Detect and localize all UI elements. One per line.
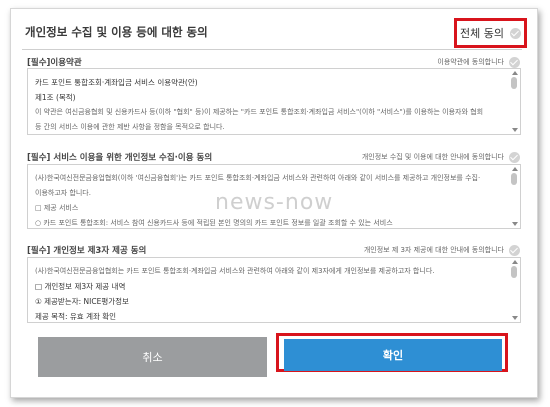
terms-line: 제1조 (목적): [35, 93, 76, 102]
terms-line: 이 약관은 여신금융협회 및 신용카드사 등(이하 "협회" 등)이 제공하는 …: [35, 108, 484, 116]
check-circle-icon[interactable]: [509, 56, 520, 68]
section-title: [필수]이용약관: [27, 58, 82, 68]
thirdparty-line: 제공 목적: 유효 계좌 확인: [35, 312, 117, 321]
scroll-down-icon[interactable]: [512, 316, 518, 320]
section-thirdparty-header: [필수] 개인정보 제3자 제공 동의 개인정보 제 3자 제공에 대한 안내에…: [27, 244, 520, 256]
scrollbar[interactable]: [511, 260, 519, 320]
scroll-thumb[interactable]: [511, 266, 517, 278]
collection-line: (사)한국여신전문금융업협회(이하 '여신금융협회')는 카드 포인트 통합조회…: [35, 174, 481, 182]
terms-line: 카드 포인트 통합조회·계좌입금 서비스 이용약관(안): [35, 78, 198, 87]
section-terms-header: [필수]이용약관 이용약관에 동의합니다: [27, 56, 520, 68]
agree-thirdparty-label: 개인정보 제 3자 제공에 대한 안내에 동의합니다: [363, 246, 504, 254]
scroll-up-icon[interactable]: [512, 71, 518, 75]
cancel-button[interactable]: 취소: [38, 337, 267, 377]
scroll-up-icon[interactable]: [512, 167, 518, 171]
scroll-up-icon[interactable]: [512, 260, 518, 264]
section-title: [필수] 서비스 이용을 위한 개인정보 수집·이용 동의: [27, 153, 213, 163]
scroll-thumb[interactable]: [511, 173, 517, 185]
agree-thirdparty-toggle[interactable]: 개인정보 제 3자 제공에 대한 안내에 동의합니다: [363, 244, 520, 256]
agree-collection-toggle[interactable]: 개인정보 수집 및 이용에 대한 안내에 동의합니다: [361, 151, 520, 163]
terms-line: 등 간의 서비스 이용에 관한 제반 사항을 정함을 목적으로 합니다.: [35, 123, 225, 131]
header-divider: [22, 49, 522, 50]
confirm-button[interactable]: 확인: [284, 339, 502, 371]
page-title: 개인정보 수집 및 이용 등에 대한 동의: [25, 25, 208, 39]
agree-collection-label: 개인정보 수집 및 이용에 대한 안내에 동의합니다: [361, 153, 504, 161]
check-circle-icon[interactable]: [509, 27, 521, 39]
scrollbar[interactable]: [511, 71, 519, 132]
thirdparty-line: □ 개인정보 제3자 제공 내역: [35, 282, 126, 291]
section-title: [필수] 개인정보 제3자 제공 동의: [27, 246, 147, 256]
check-circle-icon[interactable]: [509, 151, 520, 163]
agree-terms-toggle[interactable]: 이용약관에 동의합니다: [437, 56, 520, 68]
watermark: news-now: [215, 190, 334, 215]
section-collection-header: [필수] 서비스 이용을 위한 개인정보 수집·이용 동의 개인정보 수집 및 …: [27, 151, 520, 163]
scroll-down-icon[interactable]: [512, 222, 518, 226]
thirdparty-line: (사)한국여신전문금융업협회는 카드 포인트 통합조회·계좌입금 서비스와 관련…: [35, 267, 435, 275]
check-circle-icon[interactable]: [509, 244, 520, 256]
scroll-thumb[interactable]: [511, 77, 517, 89]
thirdparty-line: ① 제공받는자: NICE평가정보: [35, 297, 129, 306]
scroll-down-icon[interactable]: [512, 128, 518, 132]
agree-all-toggle[interactable]: 전체 동의: [454, 18, 527, 48]
terms-content-box[interactable]: 카드 포인트 통합조회·계좌입금 서비스 이용약관(안) 제1조 (목적) 이 …: [27, 68, 521, 135]
agree-terms-label: 이용약관에 동의합니다: [437, 58, 504, 66]
collection-line: ○ 카드 포인트 통합조회: 서비스 참여 신용카드사 등에 적립된 본인 명의…: [35, 219, 393, 227]
scrollbar[interactable]: [511, 167, 519, 226]
thirdparty-content-box[interactable]: (사)한국여신전문금융업협회는 카드 포인트 통합조회·계좌입금 서비스와 관련…: [27, 257, 521, 323]
agree-all-label: 전체 동의: [460, 27, 504, 40]
